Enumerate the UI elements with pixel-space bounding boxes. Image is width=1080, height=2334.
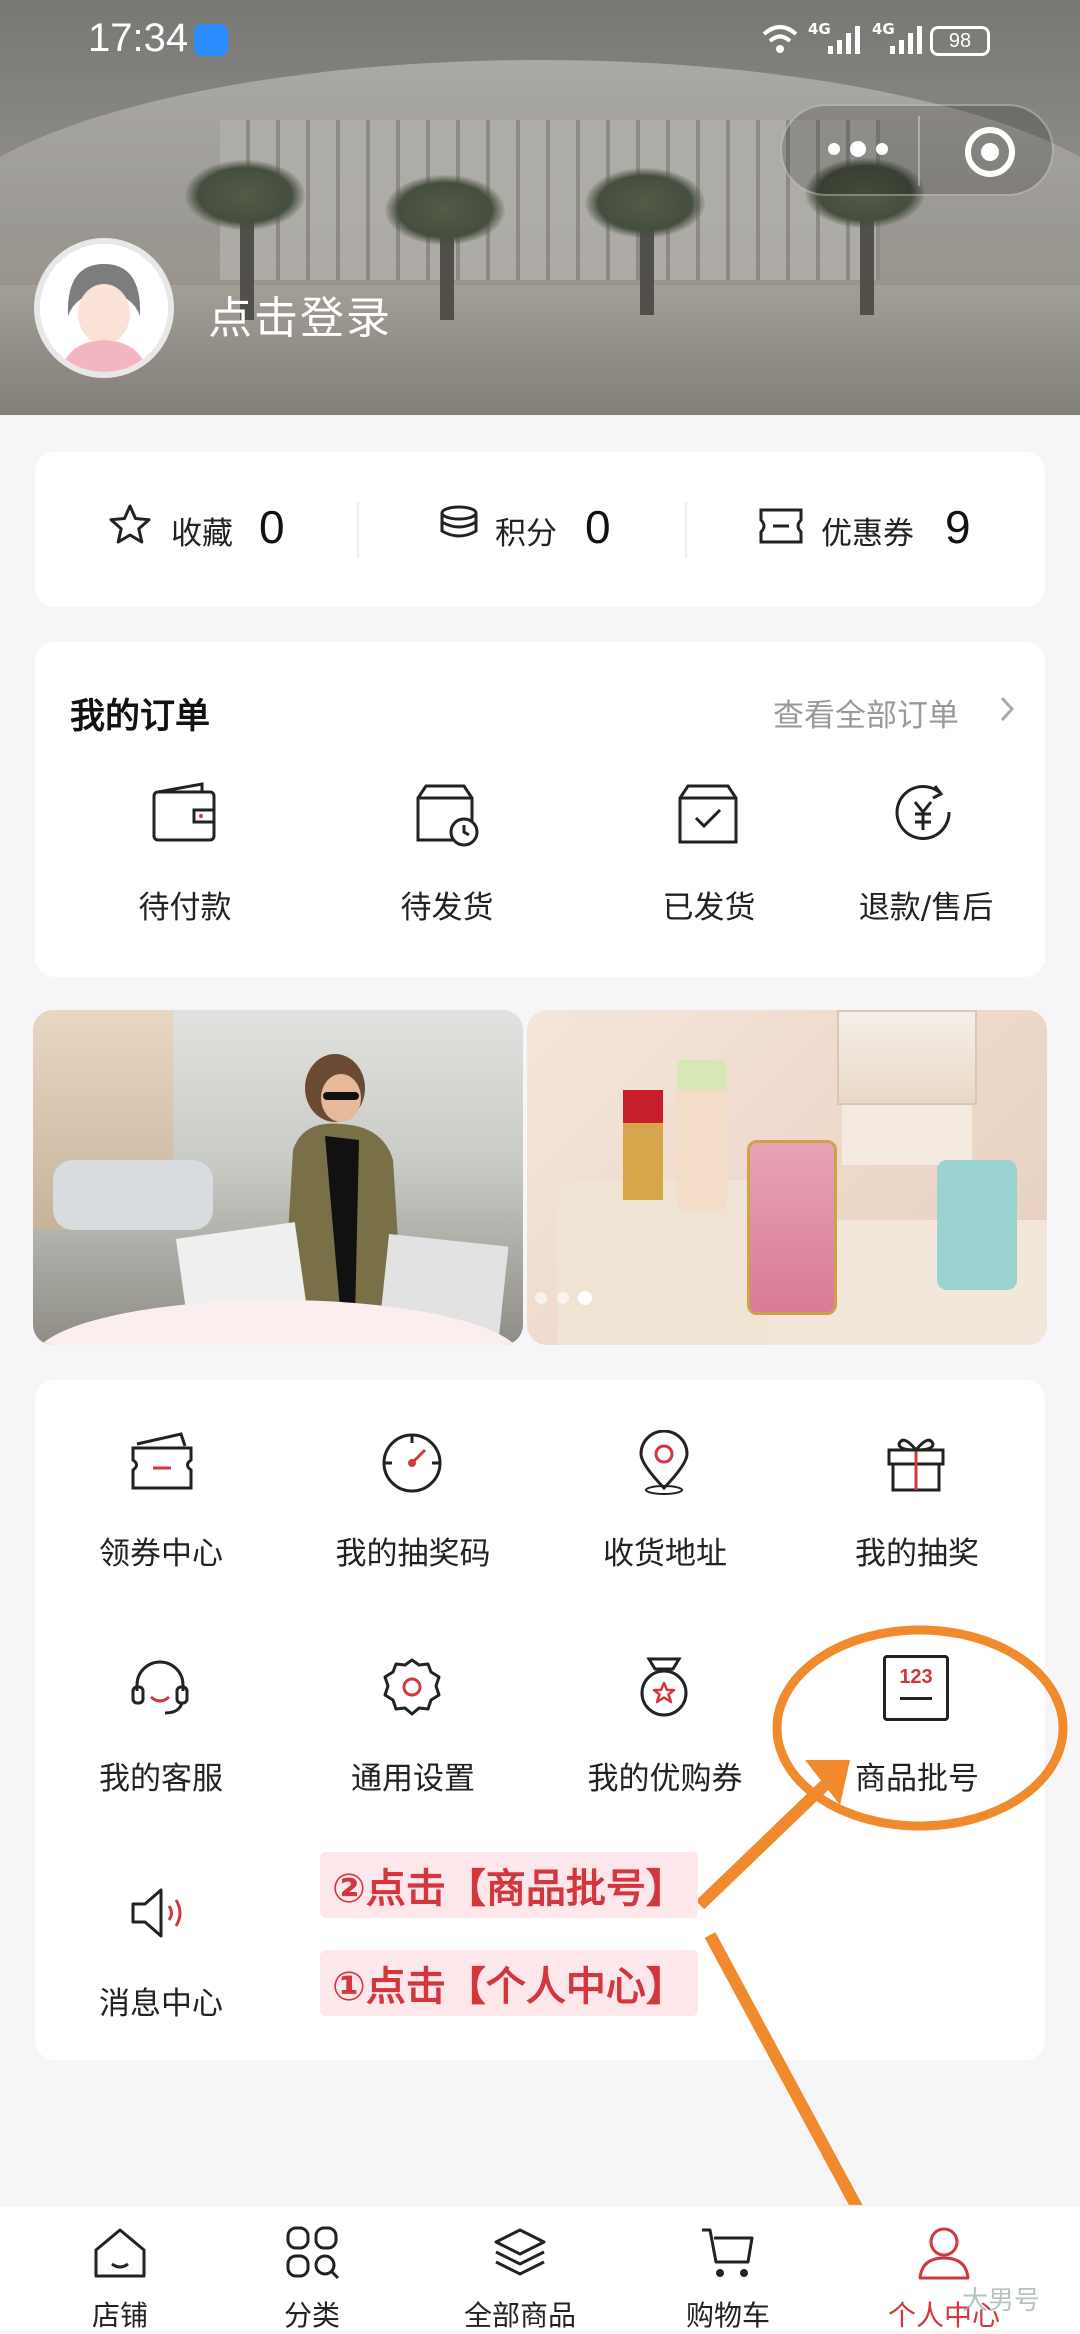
order-refund-aftersale[interactable]: 退款/售后 bbox=[859, 782, 1041, 942]
carousel-dots bbox=[527, 1290, 599, 1306]
layers-icon bbox=[490, 2224, 550, 2282]
order-pending-shipment[interactable]: 待发货 bbox=[377, 782, 517, 942]
weather-icon bbox=[194, 24, 228, 56]
user-icon bbox=[914, 2224, 974, 2282]
stat-points-label: 积分 bbox=[495, 516, 557, 552]
home-icon bbox=[90, 2224, 150, 2282]
promo-banner-fashion[interactable] bbox=[33, 1010, 523, 1345]
batch-number-icon-text: 123 bbox=[899, 1666, 933, 1688]
service-settings-label: 通用设置 bbox=[351, 1761, 475, 1797]
signal-icon-2 bbox=[890, 24, 926, 56]
service-customer-service-label: 我的客服 bbox=[99, 1761, 223, 1797]
chevron-right-icon[interactable] bbox=[997, 694, 1017, 724]
service-settings[interactable]: 通用设置 bbox=[287, 1655, 539, 1825]
capsule-divider bbox=[918, 116, 920, 186]
category-icon bbox=[282, 2224, 342, 2282]
perfume-base bbox=[842, 1105, 972, 1165]
headset-icon bbox=[127, 1655, 193, 1721]
gift-icon bbox=[883, 1430, 949, 1496]
dial-icon bbox=[379, 1430, 445, 1496]
avatar[interactable] bbox=[34, 238, 174, 378]
stat-coupons-label: 优惠券 bbox=[821, 516, 914, 552]
order-shipped[interactable]: 已发货 bbox=[639, 782, 779, 942]
tiffany-perfume bbox=[937, 1160, 1017, 1290]
service-coupon-center[interactable]: 领券中心 bbox=[35, 1430, 287, 1600]
view-all-orders-link[interactable]: 查看全部订单 bbox=[773, 690, 959, 735]
tab-store[interactable]: 店铺 bbox=[20, 2206, 220, 2332]
medal-icon bbox=[631, 1655, 697, 1721]
refund-icon bbox=[891, 782, 959, 846]
order-pending-payment-label: 待付款 bbox=[138, 890, 232, 926]
batch-number-icon: 123 bbox=[883, 1655, 949, 1721]
bottom-tab-bar: 店铺 分类 全部商品 购物车 个人中心 bbox=[0, 2205, 1080, 2332]
divider bbox=[685, 502, 687, 558]
tab-store-label: 店铺 bbox=[91, 2299, 148, 2332]
star-icon bbox=[107, 502, 153, 548]
cart-icon bbox=[698, 2224, 758, 2282]
close-target-icon[interactable] bbox=[962, 124, 1018, 180]
lipstick bbox=[623, 1090, 663, 1200]
service-lottery-code-label: 我的抽奖码 bbox=[335, 1536, 491, 1572]
tab-cart-label: 购物车 bbox=[685, 2299, 770, 2332]
service-lottery-code[interactable]: 我的抽奖码 bbox=[287, 1430, 539, 1600]
box-clock-icon bbox=[412, 782, 482, 848]
speaker-icon bbox=[127, 1880, 193, 1946]
service-message-center-label: 消息中心 bbox=[99, 1986, 223, 2022]
watermark: 大男号 bbox=[962, 2286, 1041, 2316]
orders-title: 我的订单 bbox=[70, 697, 211, 737]
header-banner: 17:34 4G 4G 98 点击登录 bbox=[0, 0, 1080, 415]
foundation-bottle bbox=[677, 1060, 727, 1210]
service-address-label: 收货地址 bbox=[603, 1536, 727, 1572]
more-dots-icon[interactable] bbox=[820, 134, 900, 164]
service-my-lottery-label: 我的抽奖 bbox=[855, 1536, 979, 1572]
location-icon bbox=[631, 1430, 697, 1496]
service-address[interactable]: 收货地址 bbox=[539, 1430, 791, 1600]
login-link[interactable]: 点击登录 bbox=[208, 282, 392, 346]
stat-points-value[interactable]: 0 bbox=[585, 500, 611, 554]
stat-favorites-value[interactable]: 0 bbox=[259, 500, 285, 554]
gear-icon bbox=[379, 1655, 445, 1721]
stats-card: 收藏 0 积分 0 优惠券 9 bbox=[35, 452, 1045, 607]
coupon-icon bbox=[129, 1430, 195, 1496]
stat-favorites-label: 收藏 bbox=[171, 516, 233, 552]
coins-icon bbox=[437, 504, 481, 548]
batch-number-icon-line bbox=[900, 1697, 932, 1700]
service-my-coupons[interactable]: 我的优购券 bbox=[539, 1655, 791, 1825]
mini-program-capsule bbox=[780, 104, 1054, 196]
service-coupon-center-label: 领券中心 bbox=[99, 1536, 223, 1572]
tab-cart[interactable]: 购物车 bbox=[628, 2206, 828, 2332]
order-pending-payment[interactable]: 待付款 bbox=[115, 782, 255, 942]
annotation-step-1: ①点击【个人中心】 bbox=[320, 1950, 698, 2016]
annotation-step-2: ②点击【商品批号】 bbox=[320, 1852, 698, 1918]
promo-banner-beauty[interactable] bbox=[527, 1010, 1047, 1345]
stat-coupons-value[interactable]: 9 bbox=[945, 500, 971, 554]
perfume-bottle bbox=[837, 1010, 977, 1105]
status-time: 17:34 bbox=[88, 16, 189, 60]
pink-perfume bbox=[747, 1140, 837, 1315]
order-refund-aftersale-label: 退款/售后 bbox=[858, 890, 994, 926]
service-batch-number[interactable]: 123 商品批号 bbox=[791, 1655, 1043, 1825]
wifi-icon bbox=[760, 22, 800, 56]
tab-category-label: 分类 bbox=[283, 2299, 340, 2332]
service-my-lottery[interactable]: 我的抽奖 bbox=[791, 1430, 1043, 1600]
service-message-center[interactable]: 消息中心 bbox=[35, 1880, 287, 2050]
status-bar: 17:34 4G 4G 98 bbox=[0, 0, 1080, 86]
street-car bbox=[53, 1160, 213, 1230]
service-batch-number-label: 商品批号 bbox=[855, 1761, 979, 1797]
service-customer-service[interactable]: 我的客服 bbox=[35, 1655, 287, 1825]
box-check-icon bbox=[674, 782, 742, 846]
ticket-icon bbox=[757, 506, 805, 546]
tab-all-products[interactable]: 全部商品 bbox=[420, 2206, 620, 2332]
order-pending-shipment-label: 待发货 bbox=[400, 890, 494, 926]
divider bbox=[357, 502, 359, 558]
tab-category[interactable]: 分类 bbox=[212, 2206, 412, 2332]
signal-icon bbox=[828, 24, 864, 56]
tab-all-products-label: 全部商品 bbox=[463, 2299, 576, 2332]
battery-indicator: 98 bbox=[930, 26, 990, 56]
orders-card: 我的订单 查看全部订单 待付款 待发货 已发货 退款/售后 bbox=[35, 642, 1045, 977]
wallet-icon bbox=[150, 782, 218, 846]
service-my-coupons-label: 我的优购券 bbox=[587, 1761, 743, 1797]
